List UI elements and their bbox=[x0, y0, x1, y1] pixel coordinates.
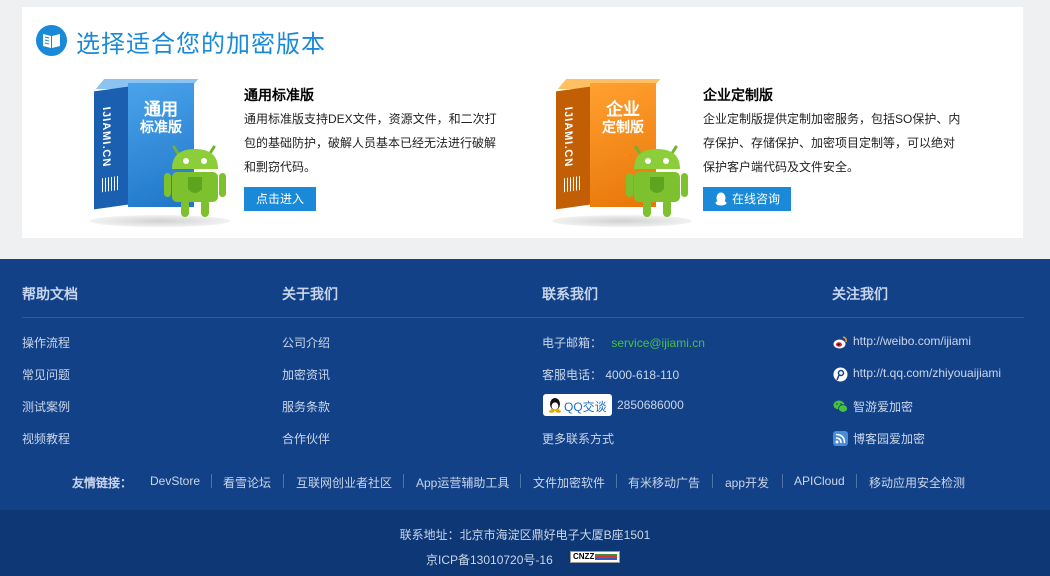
link-video-tutorials[interactable]: 视频教程 bbox=[22, 430, 70, 447]
phone-row: 客服电话： 4000-618-110 bbox=[542, 366, 679, 383]
link-encryption-news[interactable]: 加密资讯 bbox=[282, 366, 330, 383]
follow-us-heading: 关注我们 bbox=[832, 286, 888, 302]
enterprise-edition-description: 企业定制版提供定制加密服务，包括SO保护、内 存保护、存储保护、加密项目定制等，… bbox=[703, 112, 961, 174]
friend-link-kanxue[interactable]: 看雪论坛 bbox=[223, 474, 271, 491]
friend-link-devstore[interactable]: DevStore bbox=[150, 474, 200, 488]
section-title: 选择适合您的加密版本 bbox=[76, 31, 326, 58]
standard-edition-title: 通用标准版 bbox=[244, 87, 314, 103]
enterprise-edition-box-image: IJIAMI.CN 企业 定制版 bbox=[548, 77, 696, 227]
android-robot-icon bbox=[164, 145, 226, 217]
phone-number: 4000-618-110 bbox=[605, 368, 680, 382]
link-test-cases[interactable]: 测试案例 bbox=[22, 398, 70, 415]
friend-link-apicloud[interactable]: APICloud bbox=[794, 474, 845, 488]
standard-edition-description: 通用标准版支持DEX文件，资源文件，和二次打 包的基础防护，破解人员基本已经无法… bbox=[244, 112, 497, 174]
tencent-weibo-icon bbox=[833, 367, 848, 382]
qq-penguin-icon bbox=[549, 398, 561, 413]
company-address: 联系地址：北京市海淀区鼎好电子大厦B座1501 bbox=[399, 528, 651, 542]
android-robot-icon bbox=[626, 145, 688, 217]
help-docs-heading: 帮助文档 bbox=[22, 286, 78, 302]
blog-link[interactable]: 博客园爱加密 bbox=[853, 430, 925, 447]
friend-link-app-security-check[interactable]: 移动应用安全检测 bbox=[869, 474, 965, 491]
email-label: 电子邮箱： bbox=[542, 336, 603, 350]
qq-chat-button[interactable]: QQ交谈 bbox=[543, 394, 612, 416]
book-icon bbox=[36, 25, 67, 56]
friend-link-app-ops-tools[interactable]: App运营辅助工具 bbox=[416, 474, 509, 491]
enter-standard-button[interactable]: 点击进入 bbox=[244, 187, 316, 211]
weibo-icon bbox=[833, 336, 847, 349]
friend-link-app-dev[interactable]: app开发 bbox=[725, 474, 769, 491]
online-consult-button[interactable]: 在线咨询 bbox=[703, 187, 791, 211]
email-row: 电子邮箱： service@ijiami.cn bbox=[542, 334, 705, 351]
link-faq[interactable]: 常见问题 bbox=[22, 366, 70, 383]
link-partners[interactable]: 合作伙伴 bbox=[282, 430, 330, 447]
qq-penguin-icon bbox=[715, 192, 727, 206]
qq-chat-label: QQ交谈 bbox=[564, 400, 607, 414]
weibo-link[interactable]: http://weibo.com/ijiami bbox=[853, 334, 971, 348]
contact-us-heading: 联系我们 bbox=[542, 286, 598, 302]
footer-divider bbox=[22, 317, 1024, 318]
friend-link-file-encryption[interactable]: 文件加密软件 bbox=[533, 474, 605, 491]
friend-links-label: 友情链接： bbox=[72, 476, 133, 490]
link-operation-flow[interactable]: 操作流程 bbox=[22, 334, 70, 351]
friend-link-startup-community[interactable]: 互联网创业者社区 bbox=[296, 474, 392, 491]
icp-number[interactable]: 京ICP备13010720号-16 bbox=[426, 551, 553, 568]
wechat-icon bbox=[833, 400, 848, 413]
wechat-link[interactable]: 智游爱加密 bbox=[853, 398, 913, 415]
link-company-intro[interactable]: 公司介绍 bbox=[282, 334, 330, 351]
enterprise-edition-title: 企业定制版 bbox=[703, 87, 773, 103]
version-panel: 选择适合您的加密版本 IJIAMI.CN 通用 标准版 通用标准版 通用标准版支… bbox=[22, 7, 1023, 238]
cnzz-stats-badge[interactable]: CNZZ bbox=[570, 551, 620, 563]
rss-icon bbox=[833, 431, 848, 446]
link-terms-of-service[interactable]: 服务条款 bbox=[282, 398, 330, 415]
email-link[interactable]: service@ijiami.cn bbox=[611, 336, 705, 350]
about-us-heading: 关于我们 bbox=[282, 286, 338, 302]
tencent-weibo-link[interactable]: http://t.qq.com/zhiyouaijiami bbox=[853, 366, 1001, 380]
standard-edition-box-image: IJIAMI.CN 通用 标准版 bbox=[86, 77, 234, 227]
phone-label: 客服电话： bbox=[542, 368, 603, 382]
friend-links-row: 友情链接： DevStore 看雪论坛 互联网创业者社区 App运营辅助工具 文… bbox=[0, 472, 1050, 492]
qq-number: 2850686000 bbox=[617, 398, 684, 412]
friend-link-youmi-ads[interactable]: 有米移动广告 bbox=[628, 474, 700, 491]
more-contact-link[interactable]: 更多联系方式 bbox=[542, 430, 614, 447]
